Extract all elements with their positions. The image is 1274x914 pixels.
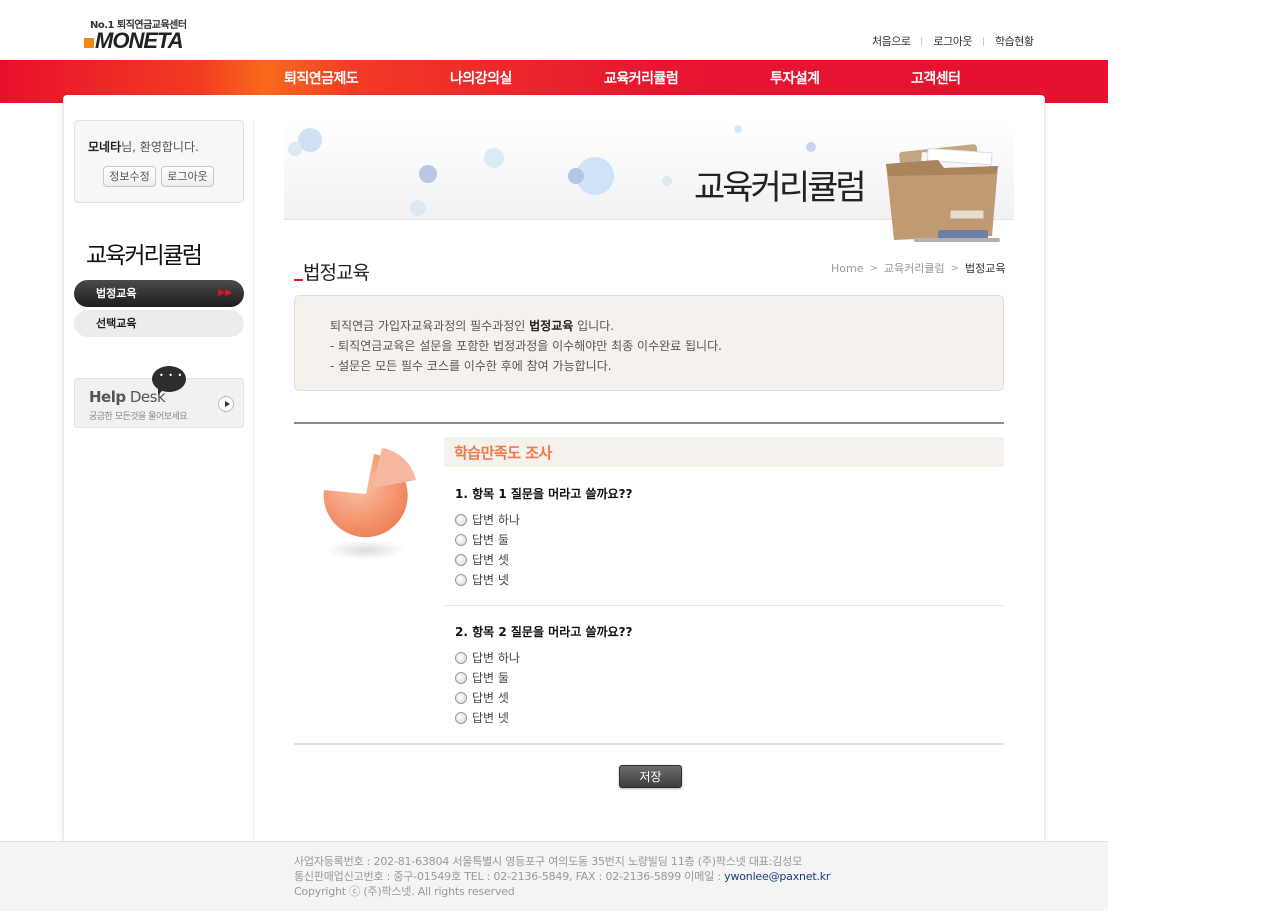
footer-contact-text: 통신판매업신고번호 : 중구-01549호 TEL : 02-2136-5849… — [294, 870, 725, 883]
bubble-decoration — [410, 200, 426, 216]
question-2: 2. 항목 2 질문을 머라고 쓸까요?? — [455, 625, 633, 639]
user-name: 모네타 — [88, 140, 122, 154]
q2-option-1[interactable]: 답변 하나 — [455, 649, 520, 666]
question-1: 1. 항목 1 질문을 머라고 쓸까요?? — [455, 487, 633, 501]
option-label: 답변 셋 — [472, 553, 509, 567]
nav-item-investment-design[interactable]: 투자설계 — [770, 68, 820, 88]
home-link[interactable]: 처음으로 — [872, 33, 911, 49]
speech-bubble-icon — [152, 366, 186, 395]
nav-item-pension-system[interactable]: 퇴직연금제도 — [284, 68, 359, 88]
bubble-decoration — [662, 176, 672, 186]
q2-option-4[interactable]: 답변 넷 — [455, 709, 509, 726]
q1-option-4[interactable]: 답변 넷 — [455, 571, 509, 588]
welcome-suffix: 님, 환영합니다. — [121, 140, 199, 154]
nav-item-customer-center[interactable]: 고객센터 — [911, 68, 961, 88]
sidebar-logout-button[interactable]: 로그아웃 — [161, 166, 214, 187]
pie-chart-icon — [323, 448, 416, 560]
footer-email-link[interactable]: ywonlee@paxnet.kr — [724, 870, 830, 883]
option-label: 답변 셋 — [472, 691, 509, 705]
edit-info-button[interactable]: 정보수정 — [103, 166, 156, 187]
q1-option-2[interactable]: 답변 둘 — [455, 531, 509, 548]
banner-title: 교육커리큘럼 — [694, 168, 867, 208]
bubble-decoration — [734, 125, 742, 133]
bubble-decoration — [568, 168, 584, 184]
logo-wordmark: MONETA — [95, 28, 184, 53]
option-label: 답변 넷 — [472, 711, 509, 725]
notice-line: - 설문은 모든 필수 코스를 이수한 후에 참여 가능합니다. — [330, 359, 612, 373]
arrow-right-icon: ▶▶ — [218, 288, 232, 298]
bubble-decoration — [288, 142, 302, 156]
save-button[interactable]: 저장 — [619, 765, 682, 788]
q2-option-3[interactable]: 답변 셋 — [455, 689, 509, 706]
notice-bold-text: 법정교육 — [529, 319, 574, 333]
breadcrumb-home[interactable]: Home — [831, 262, 863, 275]
helpdesk-subtitle: 궁금한 모든것을 물어보세요 — [89, 412, 188, 422]
footer-copyright: Copyright ⓒ (주)팍스넷. All rights reserved — [294, 885, 515, 898]
welcome-box: 모네타님, 환영합니다. 정보수정 로그아웃 — [74, 120, 244, 203]
radio-button[interactable] — [455, 533, 467, 546]
bubble-decoration — [419, 165, 437, 183]
q1-option-3[interactable]: 답변 셋 — [455, 551, 509, 568]
breadcrumb: Home > 교육커리큘럼 > 법정교육 — [831, 260, 1005, 276]
notice-text: 입니다. — [573, 319, 615, 333]
page-title-text: 법정교육 — [303, 262, 370, 284]
learning-status-link[interactable]: 학습현황 — [995, 33, 1034, 49]
folder-icon — [886, 144, 1000, 242]
survey-title: 학습만족도 조사 — [444, 437, 1004, 467]
option-label: 답변 둘 — [472, 671, 509, 685]
page-title: 법정교육 — [294, 258, 370, 285]
title-accent-mark — [294, 279, 303, 281]
radio-button[interactable] — [455, 691, 467, 704]
chevron-right-icon: > — [869, 262, 878, 274]
breadcrumb-current: 법정교육 — [965, 262, 1006, 275]
radio-button[interactable] — [455, 671, 467, 684]
helpdesk-title: Help Desk — [89, 388, 166, 406]
sidebar-item-label: 법정교육 — [96, 287, 137, 300]
nav-item-curriculum[interactable]: 교육커리큘럼 — [604, 68, 679, 88]
radio-button[interactable] — [455, 711, 467, 724]
option-label: 답변 하나 — [472, 651, 520, 665]
top-links: 처음으로 로그아웃 학습현황 — [872, 33, 1034, 49]
radio-button[interactable] — [455, 651, 467, 664]
radio-button[interactable] — [455, 553, 467, 566]
notice-box: 퇴직연금 가입자교육과정의 필수과정인 법정교육 입니다. - 퇴직연금교육은 … — [294, 295, 1004, 391]
bubble-decoration — [806, 142, 816, 152]
sidebar-item-label: 선택교육 — [96, 317, 137, 330]
divider — [294, 743, 1004, 745]
welcome-message: 모네타님, 환영합니다. — [88, 138, 199, 155]
divider — [921, 36, 923, 46]
notice-text: 퇴직연금 가입자교육과정의 필수과정인 — [330, 319, 530, 333]
divider — [253, 120, 254, 840]
notice-line: 퇴직연금 가입자교육과정의 필수과정인 법정교육 입니다. — [330, 316, 1003, 336]
footer: 사업자등록번호 : 202-81-63804 서울특별시 영등포구 여의도동 3… — [0, 841, 1108, 911]
breadcrumb-curriculum[interactable]: 교육커리큘럼 — [884, 260, 945, 276]
sidebar-item-mandatory-education[interactable]: 법정교육 ▶▶ — [74, 280, 244, 307]
radio-button[interactable] — [455, 513, 467, 526]
play-icon — [218, 396, 234, 412]
divider — [294, 422, 1004, 424]
helpdesk-title-bold: Help — [89, 388, 126, 406]
notice-line: - 퇴직연금교육은 설문을 포함한 법정과정을 이수해야만 최종 이수완료 됩니… — [330, 339, 722, 353]
moneta-logo[interactable]: No.1 퇴직연금교육센터 MONETA — [84, 16, 204, 53]
divider — [982, 36, 984, 46]
option-label: 답변 둘 — [472, 533, 509, 547]
q2-option-2[interactable]: 답변 둘 — [455, 669, 509, 686]
divider — [444, 605, 1004, 606]
sidebar-item-elective-education[interactable]: 선택교육 — [74, 310, 244, 337]
nav-item-my-classroom[interactable]: 나의강의실 — [450, 68, 512, 88]
logout-link[interactable]: 로그아웃 — [933, 33, 972, 49]
logo-mark — [84, 38, 94, 48]
sidebar-section-title: 교육커리큘럼 — [86, 243, 203, 269]
option-label: 답변 넷 — [472, 573, 509, 587]
option-label: 답변 하나 — [472, 513, 520, 527]
bubble-decoration — [484, 148, 504, 168]
radio-button[interactable] — [455, 573, 467, 586]
q1-option-1[interactable]: 답변 하나 — [455, 511, 520, 528]
footer-contact-info: 통신판매업신고번호 : 중구-01549호 TEL : 02-2136-5849… — [294, 868, 830, 884]
chevron-right-icon: > — [950, 262, 959, 274]
footer-business-info: 사업자등록번호 : 202-81-63804 서울특별시 영등포구 여의도동 3… — [294, 855, 802, 868]
